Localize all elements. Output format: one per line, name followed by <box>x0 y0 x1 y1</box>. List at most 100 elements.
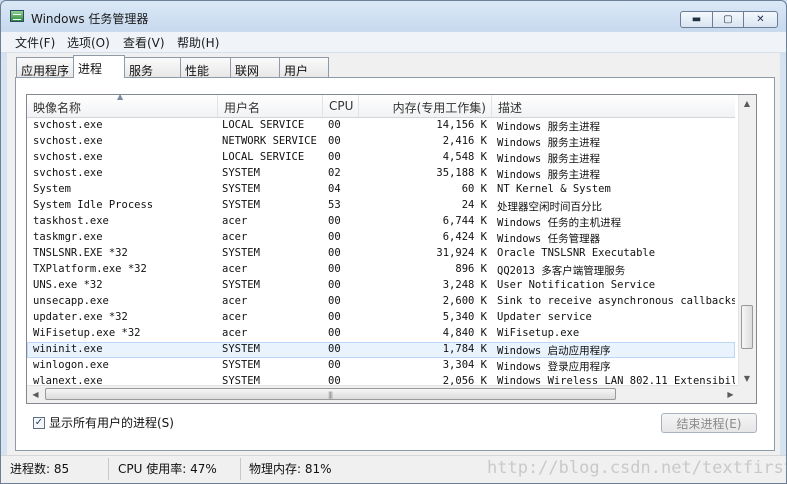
arrow-down-icon: ▼ <box>743 374 751 383</box>
cell-description: Windows 服务主进程 <box>497 169 601 181</box>
scroll-up-button[interactable]: ▲ <box>739 95 755 112</box>
cell-cpu: 00 <box>328 151 341 163</box>
scroll-right-button[interactable]: ▶ <box>722 386 739 403</box>
table-row[interactable]: taskhost.exe acer 00 6,744 K Windows 任务的主机进程 <box>27 214 735 230</box>
cell-memory: 14,156 K <box>436 119 487 131</box>
cell-user: SYSTEM <box>222 247 260 259</box>
status-bar: 进程数: 85 CPU 使用率: 47% 物理内存: 81% http://bl… <box>1 455 787 483</box>
column-header-memory[interactable]: 内存(专用工作集) <box>359 95 492 117</box>
cell-cpu: 00 <box>328 263 341 275</box>
cell-memory: 1,784 K <box>442 343 487 355</box>
tab-processes[interactable]: 进程 <box>73 55 125 78</box>
title-bar[interactable]: Windows 任务管理器 ▬ ▢ ✕ <box>1 1 786 31</box>
tab-users[interactable]: 用户 <box>279 57 329 78</box>
maximize-button[interactable]: ▢ <box>712 11 744 28</box>
cell-image-name: updater.exe *32 <box>33 311 128 323</box>
cell-description: Windows 任务的主机进程 <box>497 217 622 229</box>
cell-image-name: WiFisetup.exe *32 <box>33 327 141 339</box>
cell-memory: 6,424 K <box>442 231 487 243</box>
cell-user: SYSTEM <box>222 183 260 195</box>
cell-description: Updater service <box>497 311 592 323</box>
cell-description: Sink to receive asynchronous callbacks f… <box>497 295 735 307</box>
tab-networking[interactable]: 联网 <box>230 57 280 78</box>
arrow-up-icon: ▲ <box>743 99 751 108</box>
column-label-image-name: 映像名称 <box>33 101 82 115</box>
process-list-header: 映像名称 ▲ 用户名 CPU 内存(专用工作集) 描述 <box>27 95 735 118</box>
table-row[interactable]: TXPlatform.exe *32 acer 00 896 K QQ2013 多客户端… <box>27 262 735 278</box>
cell-image-name: wininit.exe <box>33 343 103 355</box>
cell-user: NETWORK SERVICE <box>222 135 317 147</box>
table-row[interactable]: wininit.exe SYSTEM 00 1,784 K Windows 启动应用程序 <box>27 342 735 358</box>
table-row[interactable]: UNS.exe *32 SYSTEM 00 3,248 K User Notificat… <box>27 278 735 294</box>
column-header-description[interactable]: 描述 <box>492 95 735 117</box>
cell-image-name: System <box>33 183 71 195</box>
table-row[interactable]: svchost.exe NETWORK SERVICE 00 2,416 K Windo… <box>27 134 735 150</box>
cell-description: WiFisetup.exe <box>497 327 580 339</box>
menu-help[interactable]: 帮助(H) <box>177 34 219 51</box>
process-list[interactable]: 映像名称 ▲ 用户名 CPU 内存(专用工作集) 描述 svchost.exe L… <box>26 94 757 404</box>
cell-description: Windows 服务主进程 <box>497 121 601 133</box>
cell-description: Windows 服务主进程 <box>497 137 601 149</box>
cell-user: SYSTEM <box>222 199 260 211</box>
show-all-users-option[interactable]: ✓ 显示所有用户的进程(S) <box>33 414 174 431</box>
tab-applications[interactable]: 应用程序 <box>16 57 74 78</box>
cell-user: acer <box>222 311 248 323</box>
table-row[interactable]: TNSLSNR.EXE *32 SYSTEM 00 31,924 K Oracle TN… <box>27 246 735 262</box>
table-row[interactable]: WiFisetup.exe *32 acer 00 4,840 K WiFisetup.… <box>27 326 735 342</box>
status-divider <box>240 458 241 480</box>
cell-memory: 896 K <box>455 263 487 275</box>
cell-description: User Notification Service <box>497 279 656 291</box>
column-header-cpu[interactable]: CPU <box>323 95 359 117</box>
cell-image-name: TXPlatform.exe *32 <box>33 263 147 275</box>
column-header-user[interactable]: 用户名 <box>218 95 323 117</box>
cell-memory: 5,340 K <box>442 311 487 323</box>
cell-description: Oracle TNSLSNR Executable <box>497 247 656 259</box>
table-row[interactable]: System SYSTEM 04 60 K NT Kernel & System <box>27 182 735 198</box>
cell-cpu: 00 <box>328 279 341 291</box>
cell-user: acer <box>222 215 248 227</box>
tab-performance[interactable]: 性能 <box>180 57 231 78</box>
horizontal-scroll-thumb[interactable]: ||| <box>45 388 616 400</box>
watermark-text: http://blog.csdn.net/textfirst <box>487 458 787 478</box>
cell-user: SYSTEM <box>222 167 260 179</box>
cell-user: LOCAL SERVICE <box>222 119 305 131</box>
tab-services[interactable]: 服务 <box>124 57 181 78</box>
cell-cpu: 00 <box>328 231 341 243</box>
column-header-image-name[interactable]: 映像名称 ▲ <box>27 95 218 117</box>
cell-image-name: svchost.exe <box>33 151 103 163</box>
cell-user: SYSTEM <box>222 359 260 371</box>
table-row[interactable]: updater.exe *32 acer 00 5,340 K Updater serv… <box>27 310 735 326</box>
horizontal-scrollbar[interactable]: ◀ ||| ▶ <box>27 385 739 403</box>
cell-memory: 2,600 K <box>442 295 487 307</box>
cell-memory: 35,188 K <box>436 167 487 179</box>
show-all-users-checkbox[interactable]: ✓ <box>33 416 45 429</box>
table-row[interactable]: taskmgr.exe acer 00 6,424 K Windows 任务管理器 <box>27 230 735 246</box>
menu-file[interactable]: 文件(F) <box>15 34 55 51</box>
cell-user: SYSTEM <box>222 343 260 355</box>
cell-memory: 24 K <box>461 199 487 211</box>
end-process-button[interactable]: 结束进程(E) <box>661 413 757 433</box>
cell-user: acer <box>222 327 248 339</box>
vertical-scrollbar[interactable]: ▲ ▼ <box>738 95 756 387</box>
status-physical-memory: 物理内存: 81% <box>249 462 332 476</box>
scroll-left-button[interactable]: ◀ <box>27 386 44 403</box>
table-row[interactable]: winlogon.exe SYSTEM 00 3,304 K Windows 登录应用程… <box>27 358 735 374</box>
cell-image-name: TNSLSNR.EXE *32 <box>33 247 128 259</box>
table-row[interactable]: svchost.exe LOCAL SERVICE 00 4,548 K Windows… <box>27 150 735 166</box>
table-row[interactable]: System Idle Process SYSTEM 53 24 K 处理器空闲时间百分… <box>27 198 735 214</box>
minimize-button[interactable]: ▬ <box>680 11 713 28</box>
table-row[interactable]: unsecapp.exe acer 00 2,600 K Sink to receive… <box>27 294 735 310</box>
close-button[interactable]: ✕ <box>743 11 778 28</box>
table-row[interactable]: svchost.exe SYSTEM 02 35,188 K Windows 服务主进程 <box>27 166 735 182</box>
menu-options[interactable]: 选项(O) <box>67 34 110 51</box>
cell-memory: 4,548 K <box>442 151 487 163</box>
scrollbar-corner <box>738 385 756 403</box>
cell-user: acer <box>222 231 248 243</box>
menu-view[interactable]: 查看(V) <box>123 34 165 51</box>
table-row[interactable]: svchost.exe LOCAL SERVICE 00 14,156 K Window… <box>27 118 735 134</box>
vertical-scroll-thumb[interactable] <box>741 305 753 349</box>
cell-image-name: svchost.exe <box>33 167 103 179</box>
cell-user: acer <box>222 295 248 307</box>
cell-description: Windows 登录应用程序 <box>497 361 611 373</box>
maximize-icon: ▢ <box>723 14 733 25</box>
